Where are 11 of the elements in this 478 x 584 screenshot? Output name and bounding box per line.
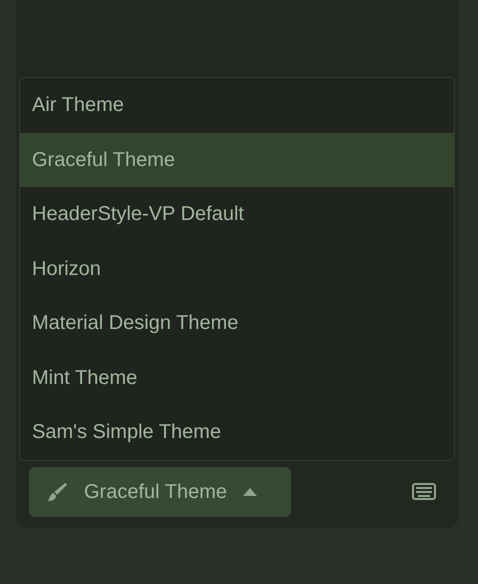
keyboard-icon[interactable] — [412, 483, 436, 500]
menu-item[interactable]: Sam's Simple Theme — [20, 405, 454, 460]
menu-item[interactable]: HeaderStyle-VP Default — [20, 187, 454, 242]
theme-button[interactable]: Graceful Theme — [29, 466, 291, 516]
menu-item[interactable]: Graceful Theme — [20, 132, 454, 187]
brush-icon — [46, 480, 68, 502]
caret-up-icon — [243, 488, 258, 496]
menu-item[interactable]: Air Theme — [20, 78, 454, 132]
menu-item[interactable]: Mint Theme — [20, 350, 454, 405]
menu-item[interactable]: Horizon — [20, 242, 454, 296]
menu-item[interactable]: Material Design Theme — [20, 296, 454, 350]
